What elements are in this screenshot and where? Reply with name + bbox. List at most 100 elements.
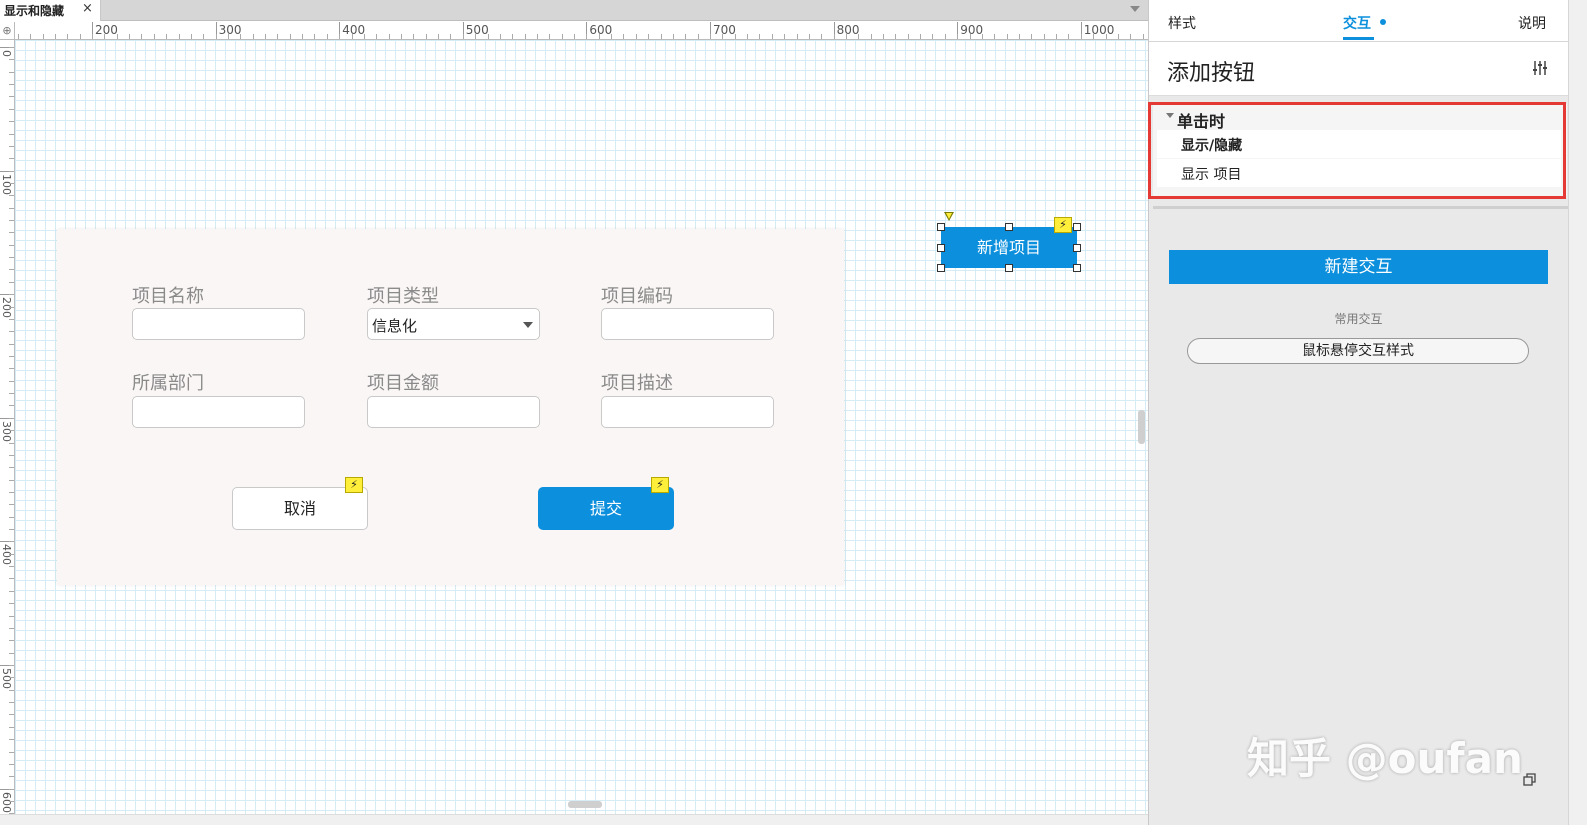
vertical-scrollbar[interactable] bbox=[1138, 410, 1145, 444]
ruler-tick-label: 800 bbox=[836, 23, 860, 37]
horizontal-scrollbar[interactable] bbox=[568, 801, 602, 808]
ruler-minor-tick bbox=[9, 702, 14, 703]
hover-style-interaction-button[interactable]: 鼠标悬停交互样式 bbox=[1187, 338, 1529, 364]
ruler-minor-tick bbox=[30, 34, 31, 39]
field-label-project-code: 项目编码 bbox=[601, 286, 673, 307]
ruler-minor-tick bbox=[129, 34, 130, 39]
settings-sliders-icon[interactable] bbox=[1532, 60, 1548, 76]
ruler-minor-tick bbox=[1093, 34, 1094, 39]
ruler-minor-tick bbox=[982, 34, 983, 39]
ruler-minor-tick bbox=[9, 752, 14, 753]
ruler-minor-tick bbox=[710, 34, 711, 39]
restore-window-icon[interactable] bbox=[1523, 773, 1537, 787]
project-code-input[interactable] bbox=[601, 308, 774, 340]
event-name[interactable]: 单击时 bbox=[1177, 108, 1225, 132]
ruler-minor-tick bbox=[648, 34, 649, 39]
add-project-button[interactable]: 新增项目 bbox=[941, 227, 1077, 268]
resize-handle-bottom-right[interactable] bbox=[1073, 264, 1081, 272]
tab-list-chevron-down-icon[interactable] bbox=[1130, 6, 1140, 12]
ruler-minor-tick bbox=[9, 578, 14, 579]
ruler-minor-tick bbox=[314, 34, 315, 39]
ruler-tick-label: 300 bbox=[0, 420, 13, 442]
tab-show-hide[interactable]: 显示和隐藏 × bbox=[0, 0, 101, 21]
ruler-tick-label: 0 bbox=[0, 50, 13, 57]
tab-style[interactable]: 样式 bbox=[1168, 13, 1196, 33]
ruler-minor-tick bbox=[871, 34, 872, 39]
watermark: 知乎 @oufan bbox=[1247, 734, 1523, 783]
resize-handle-top-left[interactable] bbox=[937, 223, 945, 231]
ruler-minor-tick bbox=[9, 480, 14, 481]
ruler-minor-tick bbox=[43, 34, 44, 39]
new-interaction-button[interactable]: 新建交互 bbox=[1169, 250, 1548, 284]
resize-handle-bottom[interactable] bbox=[1005, 264, 1013, 272]
ruler-minor-tick bbox=[9, 72, 14, 73]
ruler-minor-tick bbox=[240, 34, 241, 39]
ruler-tick-label: 400 bbox=[342, 23, 366, 37]
ruler-minor-tick bbox=[994, 34, 995, 39]
ruler-minor-tick bbox=[9, 418, 14, 419]
ruler-minor-tick bbox=[1068, 34, 1069, 39]
ruler-minor-tick bbox=[9, 541, 14, 542]
widget-name[interactable]: 添加按钮 bbox=[1167, 55, 1255, 87]
ruler-minor-tick bbox=[18, 34, 19, 39]
anchor-marker-fill bbox=[946, 213, 952, 219]
resize-handle-right[interactable] bbox=[1073, 244, 1081, 252]
project-name-input[interactable] bbox=[132, 308, 305, 340]
panel-scrollbar[interactable] bbox=[1568, 0, 1587, 825]
ruler-minor-tick bbox=[9, 430, 14, 431]
ruler-minor-tick bbox=[821, 34, 822, 39]
tab-interaction[interactable]: 交互 bbox=[1343, 13, 1371, 33]
department-input[interactable] bbox=[132, 396, 305, 428]
resize-handle-left[interactable] bbox=[937, 244, 945, 252]
chevron-down-icon bbox=[523, 322, 533, 328]
click-event-group[interactable]: 单击时 显示/隐藏 显示 项目 bbox=[1153, 104, 1567, 196]
ruler-minor-tick bbox=[537, 34, 538, 39]
lightning-icon[interactable]: ⚡ bbox=[345, 477, 363, 493]
resize-handle-top[interactable] bbox=[1005, 223, 1013, 231]
ruler-minor-tick bbox=[228, 34, 229, 39]
description-input[interactable] bbox=[601, 396, 774, 428]
ruler-minor-tick bbox=[809, 34, 810, 39]
ruler-minor-tick bbox=[623, 34, 624, 39]
collapse-caret-icon[interactable] bbox=[1166, 113, 1174, 118]
field-label-description: 项目描述 bbox=[601, 373, 673, 394]
amount-input[interactable] bbox=[367, 396, 540, 428]
ruler-minor-tick bbox=[9, 554, 14, 555]
ruler-minor-tick bbox=[302, 34, 303, 39]
ruler-minor-tick bbox=[9, 381, 14, 382]
close-icon[interactable]: × bbox=[82, 1, 93, 16]
ruler-minor-tick bbox=[586, 34, 587, 39]
ruler-tick-label: 1000 bbox=[1083, 23, 1115, 37]
ruler-minor-tick bbox=[265, 34, 266, 39]
ruler-minor-tick bbox=[932, 34, 933, 39]
resize-handle-bottom-left[interactable] bbox=[937, 264, 945, 272]
lightning-icon[interactable]: ⚡ bbox=[651, 477, 669, 493]
ruler-minor-tick bbox=[784, 34, 785, 39]
resize-handle-top-right[interactable] bbox=[1073, 223, 1081, 231]
action-row[interactable]: 显示/隐藏 bbox=[1157, 130, 1561, 158]
ruler-minor-tick bbox=[9, 789, 14, 790]
submit-button[interactable]: 提交 bbox=[538, 487, 674, 530]
ruler-minor-tick bbox=[772, 34, 773, 39]
ruler-minor-tick bbox=[277, 34, 278, 39]
lightning-icon[interactable]: ⚡ bbox=[1054, 217, 1072, 233]
ruler-tick-label: 600 bbox=[589, 23, 613, 37]
ruler-tick-label: 900 bbox=[960, 23, 984, 37]
ruler-tick-label: 600 bbox=[0, 791, 13, 813]
ruler-minor-tick bbox=[908, 34, 909, 39]
field-label-amount: 项目金额 bbox=[367, 373, 439, 394]
vertical-ruler: 0 100 200 300 400 500 600 bbox=[0, 40, 15, 814]
ruler-minor-tick bbox=[1031, 34, 1032, 39]
tab-notes[interactable]: 说明 bbox=[1518, 13, 1546, 33]
action-row[interactable]: 显示 项目 bbox=[1157, 159, 1561, 187]
ruler-minor-tick bbox=[327, 34, 328, 39]
cancel-button[interactable]: 取消 bbox=[232, 487, 368, 530]
ruler-corner-icon[interactable]: ⊕ bbox=[0, 22, 15, 40]
ruler-minor-tick bbox=[179, 34, 180, 39]
tab-label: 显示和隐藏 bbox=[4, 4, 65, 18]
ruler-minor-tick bbox=[9, 628, 14, 629]
ruler-minor-tick bbox=[413, 34, 414, 39]
project-type-select[interactable]: 信息化 bbox=[367, 308, 540, 340]
horizontal-ruler: 200 300 400 500 600 700 800 900 1000 bbox=[15, 22, 1148, 40]
ruler-minor-tick bbox=[9, 232, 14, 233]
